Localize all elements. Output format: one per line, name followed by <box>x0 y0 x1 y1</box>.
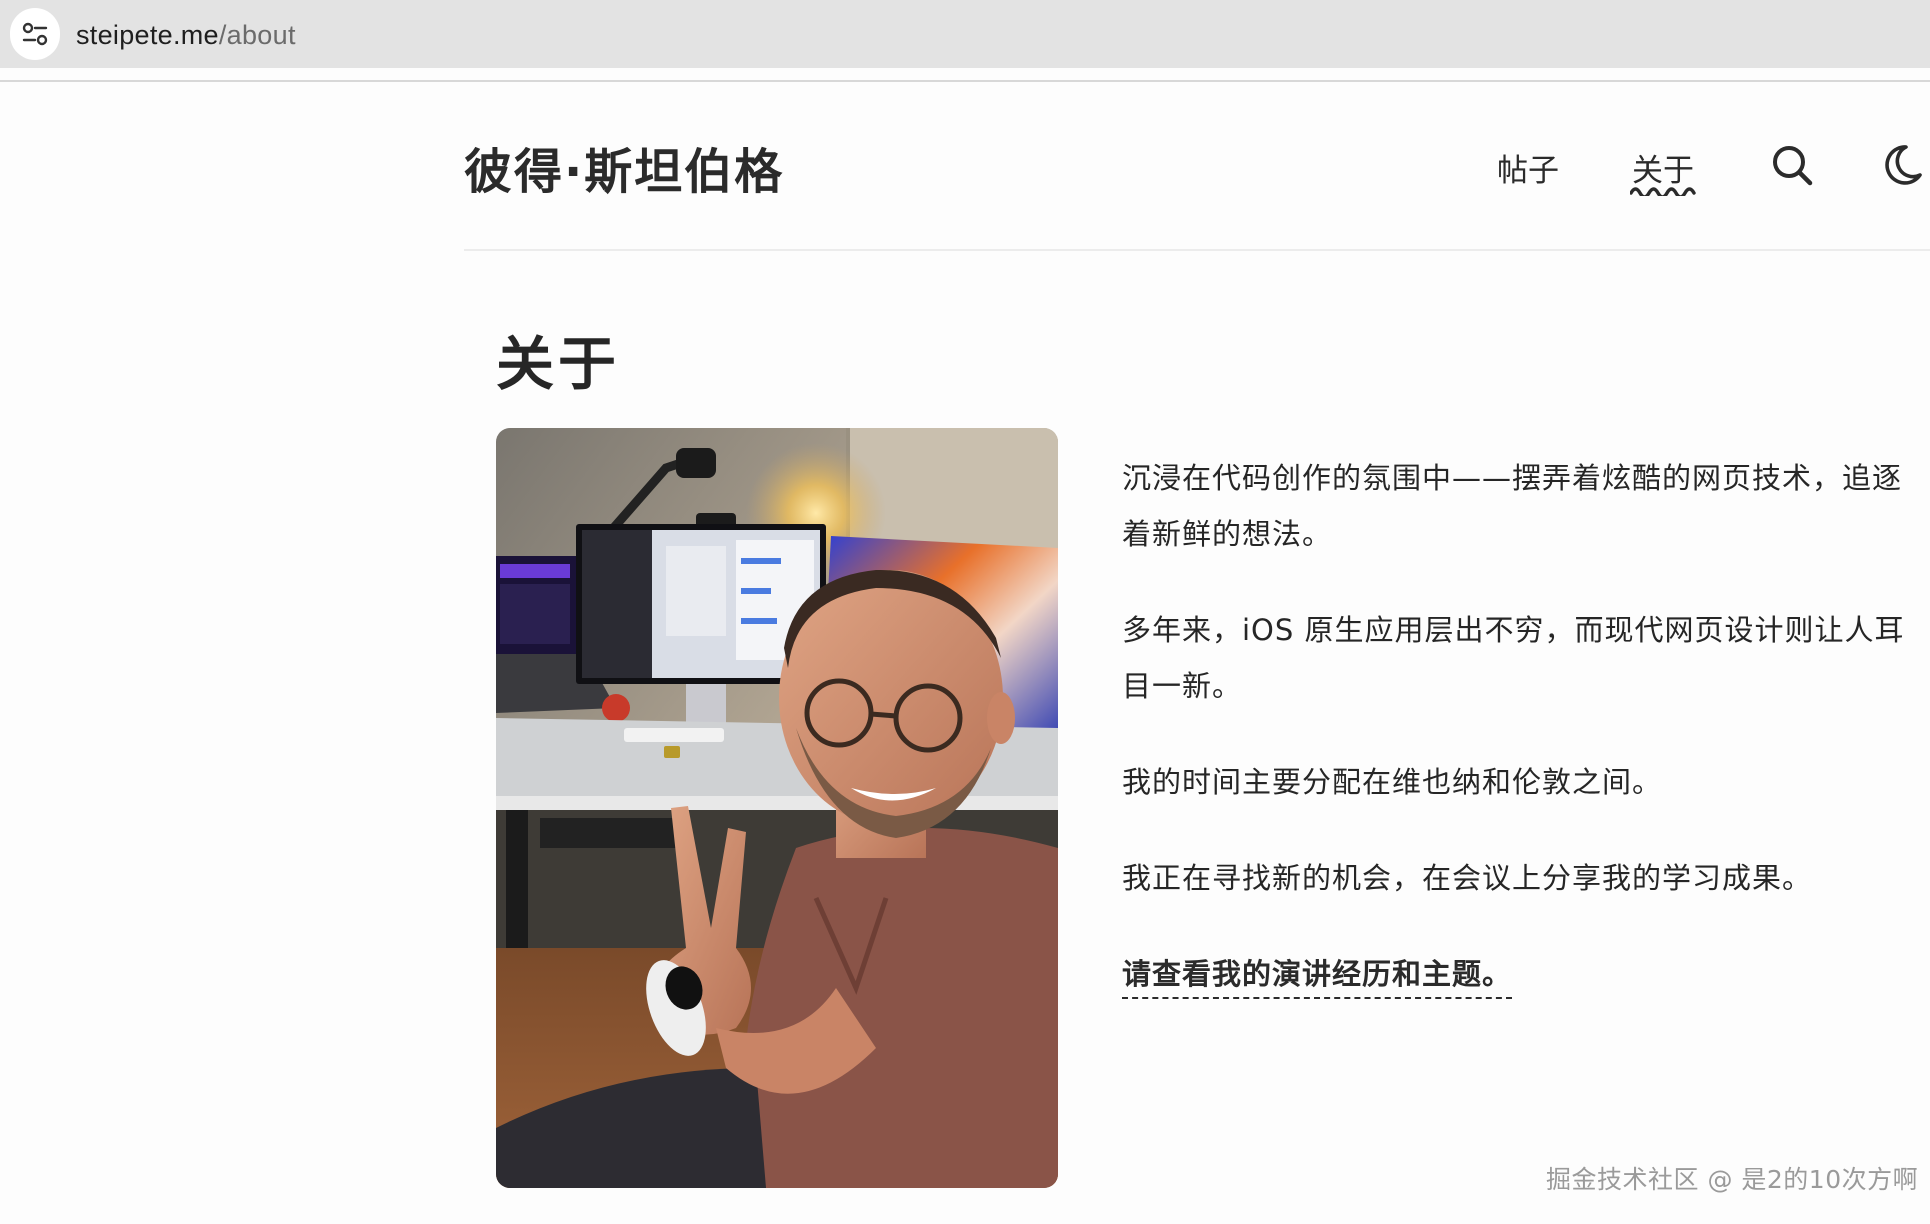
about-paragraph-1: 沉浸在代码创作的氛围中——摆弄着炫酷的网页技术，追逐着新鲜的想法。 <box>1122 461 1903 551</box>
search-icon[interactable] <box>1770 143 1814 187</box>
moon-icon[interactable] <box>1880 143 1924 187</box>
address-bar-divider <box>0 80 1930 82</box>
about-paragraph-2: 多年来，iOS 原生应用层出不穷，而现代网页设计则让人耳目一新。 <box>1122 613 1905 703</box>
url-host: steipete.me <box>76 20 219 50</box>
header-divider <box>464 249 1930 251</box>
active-nav-wavy-underline <box>1630 187 1696 196</box>
author-photo <box>496 428 1058 1188</box>
url-path: /about <box>218 20 296 50</box>
about-paragraph-4: 我正在寻找新的机会，在会议上分享我的学习成果。 <box>1122 861 1813 895</box>
page-title: 关于 <box>496 330 621 398</box>
about-paragraph-3: 我的时间主要分配在维也纳和伦敦之间。 <box>1122 765 1663 799</box>
url-field[interactable]: steipete.me/about <box>76 15 296 55</box>
nav-posts-link[interactable]: 帖子 <box>1497 145 1559 190</box>
talks-link[interactable]: 请查看我的演讲经历和主题。 <box>1122 957 1513 999</box>
about-content: 沉浸在代码创作的氛围中——摆弄着炫酷的网页技术，追逐着新鲜的想法。 多年来，iO… <box>1122 450 1922 1042</box>
browser-address-bar: steipete.me/about <box>0 0 1930 68</box>
site-title[interactable]: 彼得·斯坦伯格 <box>464 132 784 202</box>
site-settings-icon[interactable] <box>10 8 60 60</box>
watermark: 掘金技术社区 @ 是2的10次方啊 <box>1546 1165 1919 1194</box>
